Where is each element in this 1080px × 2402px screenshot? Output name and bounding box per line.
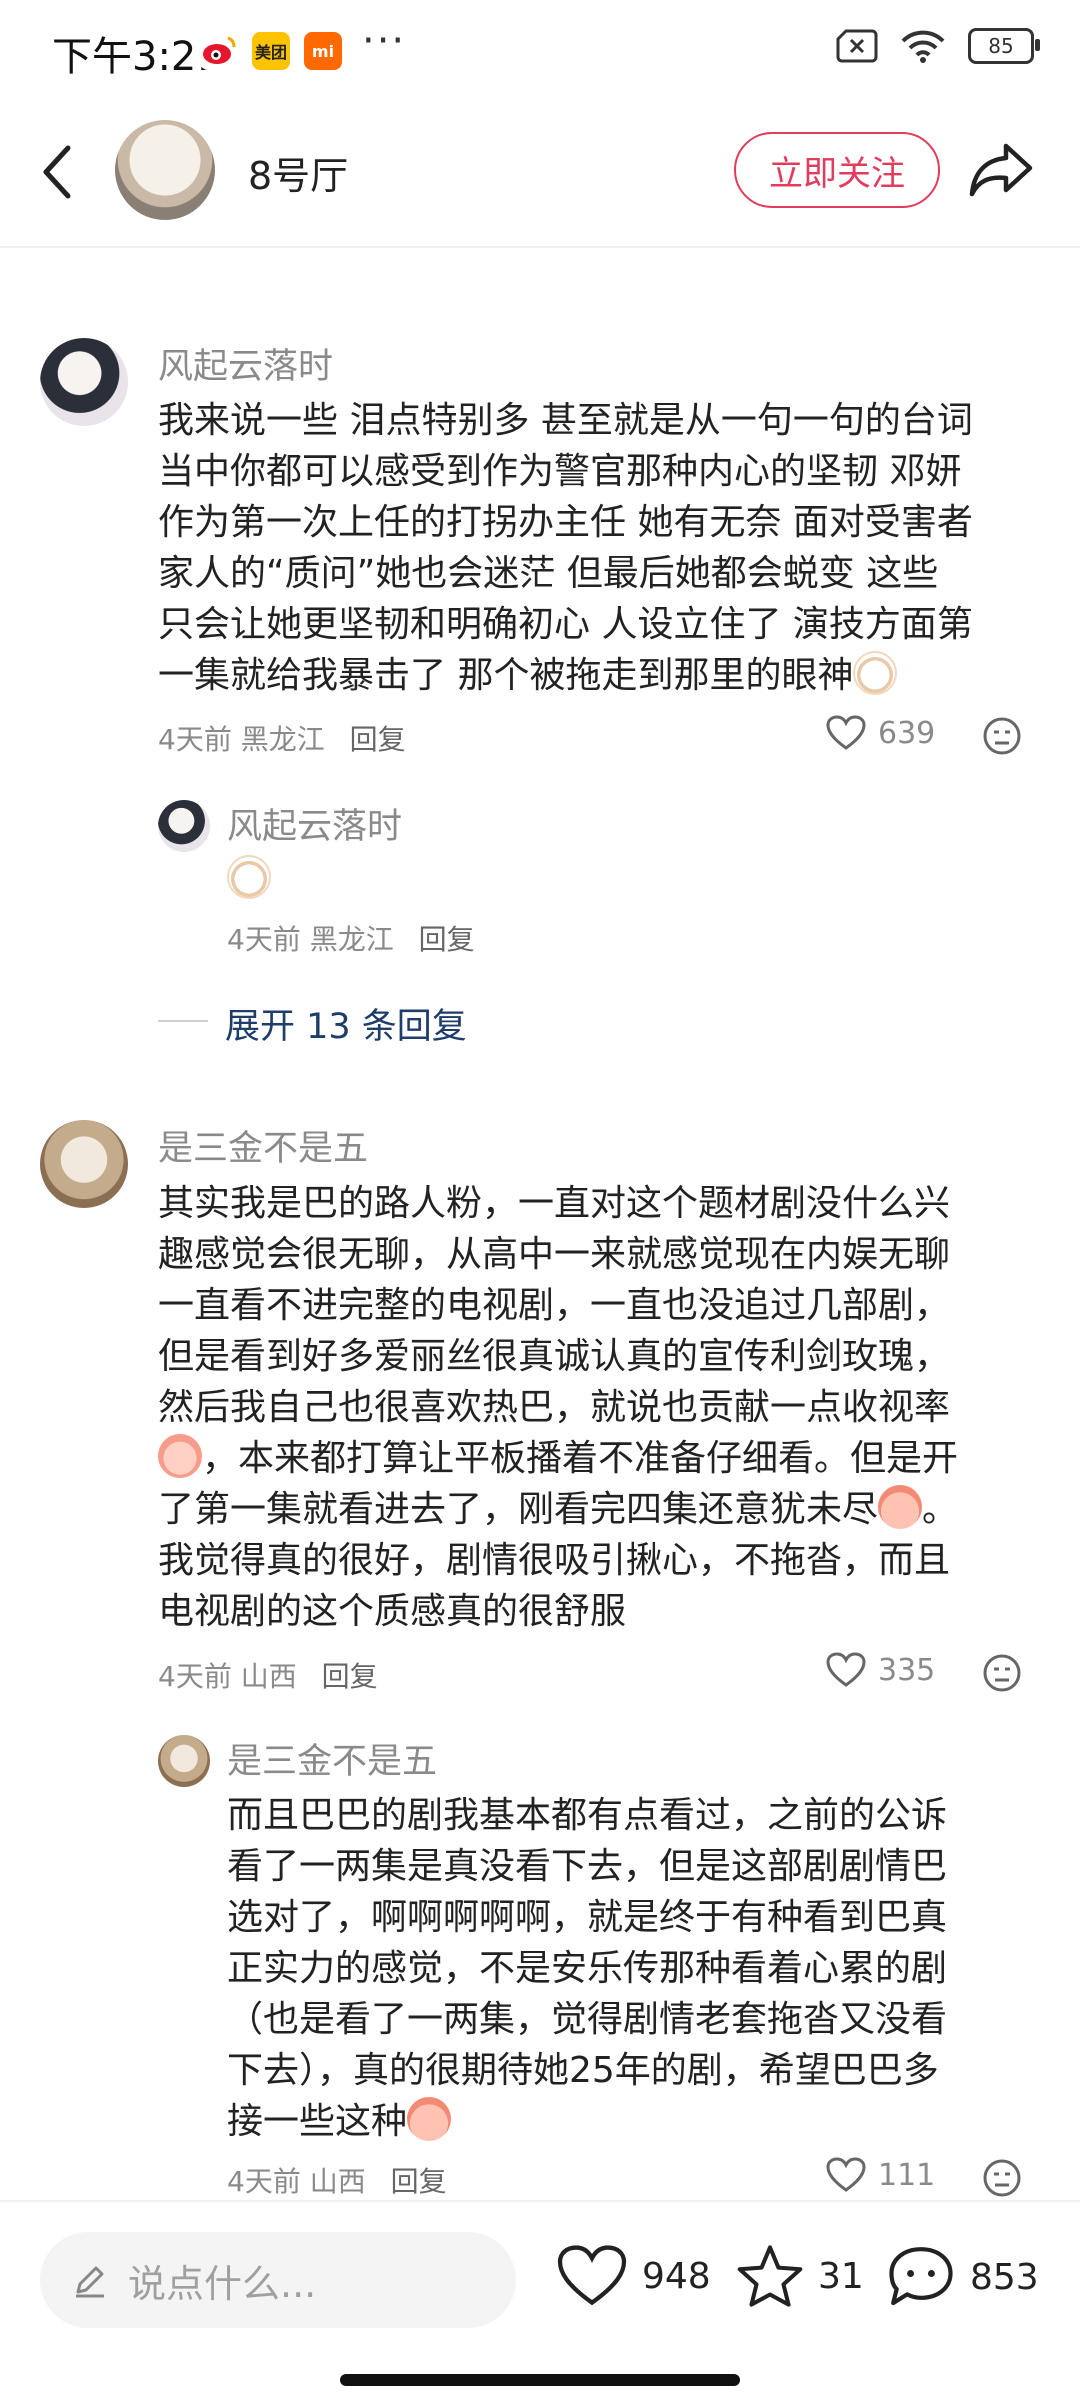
like-button[interactable]: 639 xyxy=(826,715,935,751)
comment-line: ，本来都打算让平板播着不准备仔细看。但是开 xyxy=(202,1438,959,1479)
reply-meta: 4天前 山西 回复 xyxy=(227,2160,447,2200)
back-arrow-icon[interactable] xyxy=(38,142,78,202)
reply-line: 下去），真的很期待她25年的剧，希望巴巴多 xyxy=(227,2050,939,2091)
comment-line: 但是看到好多爱丽丝很真诚认真的宣传利剑玫瑰， xyxy=(158,1336,951,1377)
reply-button[interactable]: 回复 xyxy=(391,2165,447,2198)
reply-avatar[interactable] xyxy=(158,800,210,852)
comment-line: 趣感觉会很无聊，从高中一来就感觉现在内娱无聊 xyxy=(158,1234,951,1275)
reply-meta: 4天前 黑龙江 回复 xyxy=(227,918,475,958)
reply-button[interactable]: 回复 xyxy=(322,1660,378,1693)
meituan-icon: 美团 xyxy=(252,32,290,70)
comment-meta: 4天前 山西 回复 xyxy=(158,1655,378,1695)
comment-line: 家人的“质问”她也会迷茫 但最后她都会蜕变 这些 xyxy=(158,553,939,594)
xiaomi-icon: mi xyxy=(304,32,342,70)
comment-line: 了第一集就看进去了，刚看完四集还意犹未尽 xyxy=(158,1489,879,1530)
star-icon xyxy=(737,2245,803,2307)
reply-avatar[interactable] xyxy=(158,1735,210,1787)
follow-button[interactable]: 立即关注 xyxy=(734,132,940,208)
comment-input-placeholder: 说点什么... xyxy=(128,2261,317,2306)
weibo-icon xyxy=(200,32,238,70)
divider xyxy=(158,1020,208,1022)
comment-line: 我觉得真的很好，剧情很吸引揪心，不拖沓，而且 xyxy=(158,1540,951,1581)
share-icon[interactable] xyxy=(968,140,1034,200)
dislike-face-icon[interactable] xyxy=(982,2158,1022,2198)
reply-button[interactable]: 回复 xyxy=(350,723,406,756)
status-time: 下午3:21 xyxy=(52,34,222,80)
heart-icon xyxy=(557,2245,627,2306)
reply-line: 正实力的感觉，不是安乐传那种看着心累的剧 xyxy=(227,1948,948,1989)
crying-face-emoji-icon xyxy=(158,1434,202,1478)
reply-line: 而且巴巴的剧我基本都有点看过，之前的公诉 xyxy=(227,1795,948,1836)
dislike-face-icon[interactable] xyxy=(982,1653,1022,1693)
like-count: 639 xyxy=(878,715,936,751)
comments-button[interactable]: 853 xyxy=(886,2244,1039,2310)
dislike-face-icon[interactable] xyxy=(982,716,1022,756)
like-button[interactable]: 111 xyxy=(826,2157,935,2193)
comment-line: 一集就给我暴击了 那个被拖走到那里的眼神 xyxy=(158,655,854,696)
reply-button[interactable]: 回复 xyxy=(419,923,475,956)
author-name[interactable]: 8号厅 xyxy=(248,145,348,200)
heart-icon xyxy=(826,2157,866,2192)
heart-icon xyxy=(826,1652,866,1687)
comment-line: 。 xyxy=(922,1489,959,1530)
reply-location: 山西 xyxy=(309,2165,366,2198)
reply-author-name[interactable]: 是三金不是五 xyxy=(227,1733,437,1784)
sad-peach-emoji-icon xyxy=(407,2097,452,2141)
comment-line: 我来说一些 泪点特别多 甚至就是从一句一句的台词 xyxy=(158,400,973,441)
wifi-icon xyxy=(901,30,945,63)
battery-level: 85 xyxy=(988,34,1014,58)
sad-peach-emoji-icon xyxy=(878,1485,923,1529)
chat-bubble-icon xyxy=(889,2247,953,2306)
heart-icon xyxy=(826,715,866,750)
comment-line: 然后我自己也很喜欢热巴，就说也贡献一点收视率 xyxy=(158,1387,951,1428)
bottom-action-bar: 说点什么... 948 31 853 xyxy=(0,2200,1080,2402)
reply-time: 4天前 xyxy=(227,2165,301,2198)
comment-line: 一直看不进完整的电视剧，一直也没追过几部剧， xyxy=(158,1285,951,1326)
top-nav: 8号厅 立即关注 xyxy=(0,100,1080,248)
comment-text[interactable]: 其实我是巴的路人粉，一直对这个题材剧没什么兴 趣感觉会很无聊，从高中一来就感觉现… xyxy=(158,1178,1048,1637)
comment-time: 4天前 xyxy=(158,1660,232,1693)
expand-replies-link[interactable]: 展开 13 条回复 xyxy=(225,998,467,1049)
comment-location: 黑龙江 xyxy=(240,723,325,756)
no-sim-icon xyxy=(836,29,878,63)
comment-meta: 4天前 黑龙江 回复 xyxy=(158,718,406,758)
author-avatar[interactable] xyxy=(115,120,215,220)
cat-crying-emoji-icon xyxy=(853,651,898,695)
commenter-avatar[interactable] xyxy=(40,338,128,426)
like-count: 111 xyxy=(878,2157,936,2193)
comment-text[interactable]: 我来说一些 泪点特别多 甚至就是从一句一句的台词 当中你都可以感受到作为警官那种… xyxy=(158,395,1048,701)
commenter-name[interactable]: 风起云落时 xyxy=(158,338,333,389)
commenter-avatar[interactable] xyxy=(40,1120,128,1208)
comment-time: 4天前 xyxy=(158,723,232,756)
comment-line: 作为第一次上任的打拐办主任 她有无奈 面对受害者 xyxy=(158,502,973,543)
commenter-name[interactable]: 是三金不是五 xyxy=(158,1120,368,1171)
battery-icon: 85 xyxy=(968,28,1040,64)
reply-line: （也是看了一两集，觉得剧情老套拖沓又没看 xyxy=(227,1999,948,2040)
like-post-button[interactable]: 948 xyxy=(556,2244,711,2308)
post-like-count: 948 xyxy=(642,2255,711,2297)
pen-icon xyxy=(76,2266,104,2298)
like-button[interactable]: 335 xyxy=(826,1652,935,1688)
reply-line: 看了一两集是真没看下去，但是这部剧剧情巴 xyxy=(227,1846,948,1887)
comment-line: 其实我是巴的路人粉，一直对这个题材剧没什么兴 xyxy=(158,1183,951,1224)
more-notifications-icon: ··· xyxy=(362,18,407,64)
like-count: 335 xyxy=(878,1652,936,1688)
comment-line: 当中你都可以感受到作为警官那种内心的坚韧 邓妍 xyxy=(158,451,962,492)
reply-time: 4天前 xyxy=(227,923,301,956)
comment-line: 只会让她更坚韧和明确初心 人设立住了 演技方面第 xyxy=(158,604,973,645)
comment-count: 853 xyxy=(970,2256,1039,2298)
favorite-button[interactable]: 31 xyxy=(736,2244,864,2308)
favorite-count: 31 xyxy=(818,2255,864,2297)
reply-location: 黑龙江 xyxy=(309,923,394,956)
status-bar: 下午3:21 美团 mi ··· 85 xyxy=(0,0,1080,100)
comment-location: 山西 xyxy=(240,1660,297,1693)
comment-line: 电视剧的这个质感真的很舒服 xyxy=(158,1591,627,1632)
home-indicator[interactable] xyxy=(340,2374,740,2386)
comment-input[interactable]: 说点什么... xyxy=(40,2232,516,2328)
cat-crying-emoji-icon xyxy=(227,855,271,899)
reply-line: 选对了，啊啊啊啊啊，就是终于有种看到巴真 xyxy=(227,1897,948,1938)
reply-author-name[interactable]: 风起云落时 xyxy=(227,798,402,849)
reply-text[interactable]: 而且巴巴的剧我基本都有点看过，之前的公诉 看了一两集是真没看下去，但是这部剧剧情… xyxy=(227,1790,1027,2147)
reply-line: 接一些这种 xyxy=(227,2101,408,2142)
